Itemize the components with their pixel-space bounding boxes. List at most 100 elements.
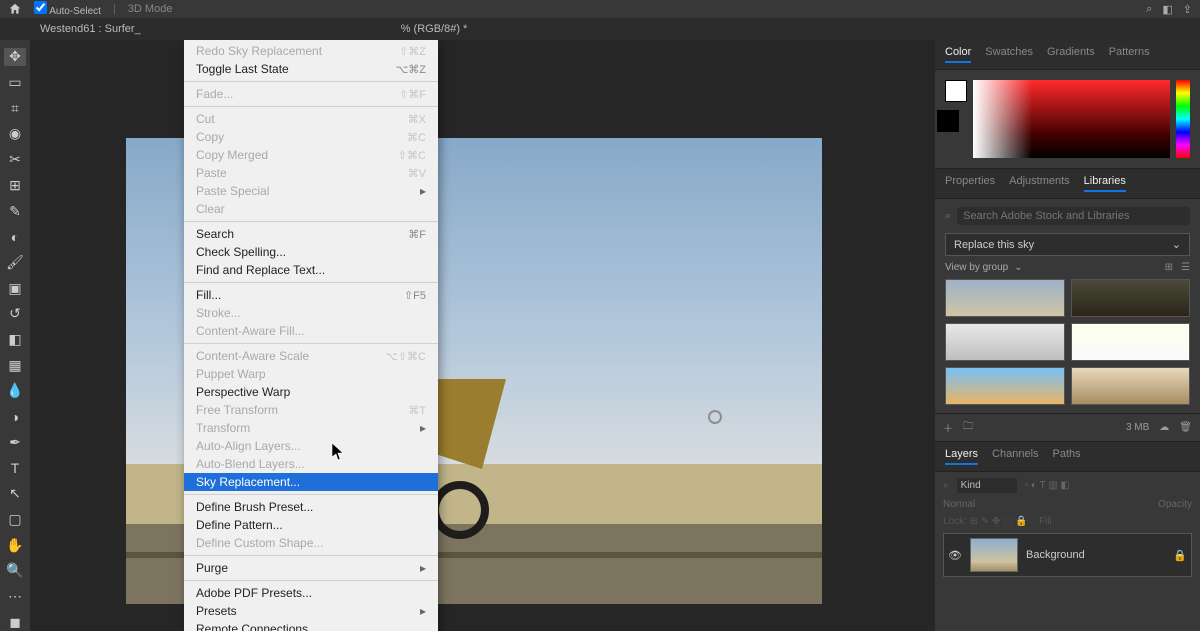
menu-item[interactable]: Check Spelling... xyxy=(184,243,438,261)
dodge-tool[interactable]: ◑ xyxy=(4,408,26,426)
menu-item[interactable]: Toggle Last State⌥⌘Z xyxy=(184,60,438,78)
sky-presets-grid xyxy=(945,279,1190,405)
tab-libraries[interactable]: Libraries xyxy=(1084,175,1126,192)
background-swatch[interactable] xyxy=(937,110,959,132)
visibility-icon[interactable]: 👁 xyxy=(948,549,962,562)
tab-title-left[interactable]: Westend61 : Surfer_ xyxy=(40,23,141,35)
marquee-tool[interactable]: ▭ xyxy=(4,74,26,92)
menu-item: Puppet Warp xyxy=(184,365,438,383)
menu-item: Define Custom Shape... xyxy=(184,534,438,552)
frame-tool[interactable]: ⊞ xyxy=(4,177,26,195)
sky-thumb[interactable] xyxy=(1071,323,1191,361)
gradient-tool[interactable]: ▦ xyxy=(4,356,26,374)
auto-select-checkbox[interactable]: Auto-Select xyxy=(34,1,101,17)
menu-item: Copy Merged⇧⌘C xyxy=(184,146,438,164)
menu-item[interactable]: Purge▸ xyxy=(184,559,438,577)
tab-title-right[interactable]: % (RGB/8#) * xyxy=(401,23,468,35)
menu-item[interactable]: Find and Replace Text... xyxy=(184,261,438,279)
canvas-area: Redo Sky Replacement⇧⌘ZToggle Last State… xyxy=(30,40,935,631)
shape-tool[interactable]: ▢ xyxy=(4,511,26,529)
edit-menu: Redo Sky Replacement⇧⌘ZToggle Last State… xyxy=(184,40,438,631)
add-icon[interactable]: ＋ xyxy=(943,420,953,435)
menu-item[interactable]: Fill...⇧F5 xyxy=(184,286,438,304)
tab-color[interactable]: Color xyxy=(945,46,971,63)
selection-tool[interactable]: ◉ xyxy=(4,125,26,143)
right-panels: Color Swatches Gradients Patterns Propertie… xyxy=(935,40,1200,631)
mode-3d-label: 3D Mode xyxy=(128,3,173,15)
menu-item: Redo Sky Replacement⇧⌘Z xyxy=(184,42,438,60)
list-view-icon[interactable]: ☰ xyxy=(1181,262,1190,273)
blend-mode[interactable]: Normal xyxy=(943,499,975,510)
home-icon[interactable] xyxy=(8,2,22,16)
library-dropdown[interactable]: Replace this sky⌄ xyxy=(945,233,1190,256)
tab-layers[interactable]: Layers xyxy=(945,448,978,465)
tab-patterns[interactable]: Patterns xyxy=(1109,46,1150,63)
menu-item[interactable]: Remote Connections... xyxy=(184,620,438,631)
path-tool[interactable]: ↖ xyxy=(4,485,26,503)
edit-toolbar[interactable]: ⋯ xyxy=(4,588,26,606)
menu-item[interactable]: Perspective Warp xyxy=(184,383,438,401)
layers-panel-tabs: Layers Channels Paths xyxy=(935,442,1200,472)
sky-thumb[interactable] xyxy=(945,279,1065,317)
menu-item[interactable]: Search⌘F xyxy=(184,225,438,243)
cursor-icon xyxy=(332,443,344,461)
props-panel-tabs: Properties Adjustments Libraries xyxy=(935,169,1200,199)
sky-thumb[interactable] xyxy=(945,367,1065,405)
stamp-tool[interactable]: ▣ xyxy=(4,279,26,297)
blur-tool[interactable]: 💧 xyxy=(4,382,26,400)
lasso-tool[interactable]: ⌗ xyxy=(4,99,26,117)
workspace-icon[interactable]: ◧ xyxy=(1162,3,1172,16)
hand-tool[interactable]: ✋ xyxy=(4,536,26,554)
pen-tool[interactable]: ✒ xyxy=(4,434,26,452)
menu-item: Cut⌘X xyxy=(184,110,438,128)
menu-item[interactable]: Define Brush Preset... xyxy=(184,498,438,516)
eraser-tool[interactable]: ◧ xyxy=(4,331,26,349)
sky-thumb[interactable] xyxy=(1071,279,1191,317)
brush-tool[interactable]: 🖌 xyxy=(4,254,26,272)
layer-thumbnail[interactable] xyxy=(970,538,1018,572)
layer-filter-input[interactable] xyxy=(957,478,1017,493)
sky-thumb[interactable] xyxy=(945,323,1065,361)
grid-view-icon[interactable]: ⊞ xyxy=(1165,262,1173,273)
crop-tool[interactable]: ✂ xyxy=(4,151,26,169)
menu-item[interactable]: Define Pattern... xyxy=(184,516,438,534)
sky-thumb[interactable] xyxy=(1071,367,1191,405)
foreground-swatch[interactable] xyxy=(945,80,967,102)
move-tool[interactable]: ✥ xyxy=(4,48,26,66)
tab-paths[interactable]: Paths xyxy=(1053,448,1081,465)
color-field[interactable] xyxy=(973,80,1170,158)
eyedropper-tool[interactable]: ✎ xyxy=(4,202,26,220)
type-tool[interactable]: T xyxy=(4,459,26,477)
lock-icon[interactable]: 🔒 xyxy=(1173,549,1187,562)
tab-swatches[interactable]: Swatches xyxy=(985,46,1033,63)
trash-icon[interactable]: 🗑 xyxy=(1179,422,1192,433)
zoom-tool[interactable]: 🔍 xyxy=(4,562,26,580)
options-bar: Auto-Select | 3D Mode ⌕ ◧ ⇪ xyxy=(0,0,1200,18)
document-tab-bar: Westend61 : Surfer_ % (RGB/8#) * xyxy=(0,18,1200,40)
menu-item[interactable]: Adobe PDF Presets... xyxy=(184,584,438,602)
menu-item[interactable]: Presets▸ xyxy=(184,602,438,620)
folder-icon[interactable]: 🗀 xyxy=(963,419,973,436)
menu-item: Content-Aware Scale⌥⇧⌘C xyxy=(184,347,438,365)
color-swatch[interactable]: ◼ xyxy=(4,613,26,631)
tab-gradients[interactable]: Gradients xyxy=(1047,46,1095,63)
background-layer[interactable]: 👁 Background 🔒 xyxy=(943,533,1192,577)
layer-name[interactable]: Background xyxy=(1026,549,1085,561)
tab-properties[interactable]: Properties xyxy=(945,175,995,192)
tab-adjustments[interactable]: Adjustments xyxy=(1009,175,1070,192)
healing-tool[interactable]: ◐ xyxy=(4,228,26,246)
menu-item: Content-Aware Fill... xyxy=(184,322,438,340)
search-icon[interactable]: ⌕ xyxy=(1146,3,1152,16)
color-picker[interactable] xyxy=(935,70,1200,168)
chevron-down-icon: ⌄ xyxy=(1172,238,1181,251)
file-size-label: 3 MB xyxy=(1126,422,1149,433)
tab-channels[interactable]: Channels xyxy=(992,448,1038,465)
menu-item: Auto-Blend Layers... xyxy=(184,455,438,473)
view-by-label[interactable]: View by group xyxy=(945,262,1008,273)
share-icon[interactable]: ⇪ xyxy=(1183,3,1192,16)
history-tool[interactable]: ↺ xyxy=(4,305,26,323)
hue-slider[interactable] xyxy=(1176,80,1190,158)
menu-item[interactable]: Sky Replacement... xyxy=(184,473,438,491)
menu-item: Copy⌘C xyxy=(184,128,438,146)
library-search-input[interactable] xyxy=(957,207,1190,225)
